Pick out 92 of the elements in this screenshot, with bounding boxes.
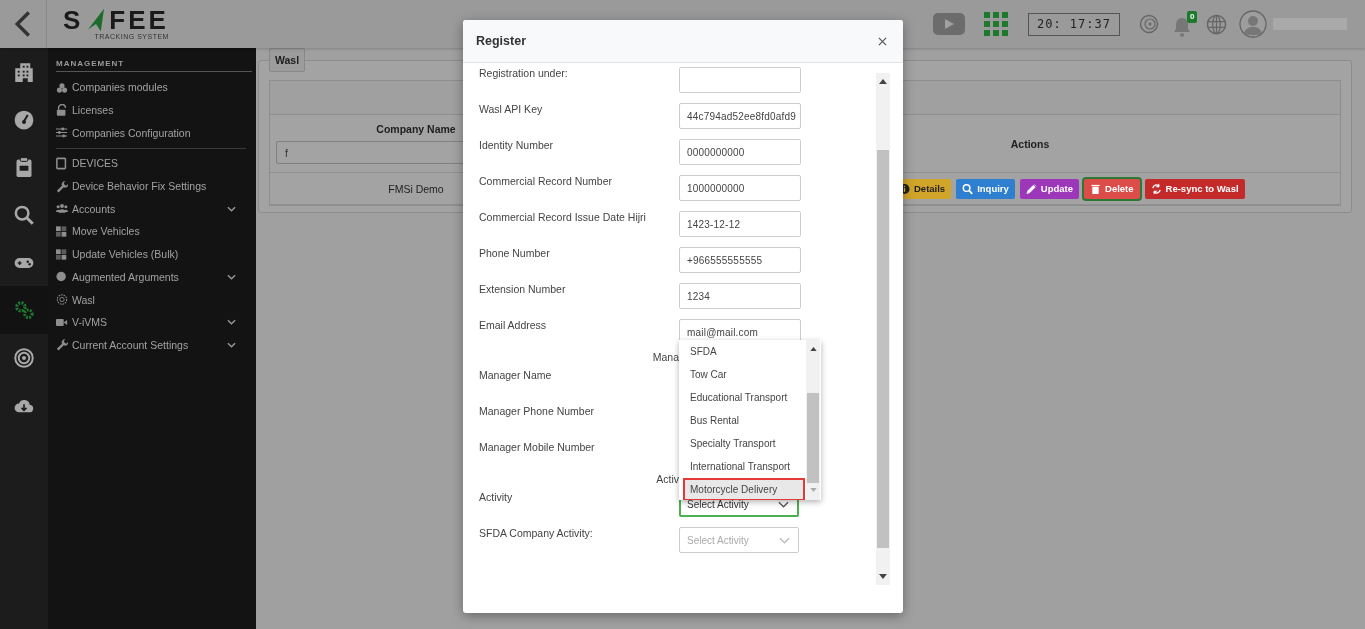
field-label: Registration under: — [479, 67, 569, 81]
field-label: Activity — [479, 491, 514, 505]
menu-item[interactable]: Companies modules — [56, 76, 246, 99]
field-label: Wasl API Key — [479, 103, 544, 117]
chevron-down-icon — [227, 319, 236, 326]
support-icon[interactable] — [1139, 14, 1159, 34]
dropdown-option[interactable]: Educational Transport — [679, 386, 805, 409]
dropdown-option[interactable]: Specialty Transport — [679, 432, 805, 455]
grid-icon — [56, 224, 68, 238]
section-heading: Mana — [651, 351, 679, 363]
field-label: Manager Phone Number — [479, 405, 595, 419]
pencil-icon — [1025, 182, 1037, 195]
text-field[interactable]: 1423-12-12 — [679, 211, 801, 237]
building-icon[interactable] — [14, 61, 34, 82]
text-field[interactable]: 1000000000 — [679, 175, 801, 201]
action-button[interactable]: Delete — [1084, 178, 1140, 199]
clipboard-icon[interactable] — [14, 157, 34, 178]
menu-item[interactable]: V-iVMS — [56, 310, 246, 334]
gears-icon[interactable] — [14, 300, 34, 321]
column-header: Company Name — [375, 123, 457, 135]
globe-icon[interactable] — [1206, 13, 1227, 35]
wrench-icon — [56, 338, 68, 352]
menu-item[interactable]: Device Behavior Fix Settings — [56, 174, 246, 198]
field-label: Identity Number — [479, 139, 555, 153]
dropdown-option[interactable]: Bus Rental — [679, 409, 805, 432]
avatar-icon[interactable] — [1239, 10, 1267, 38]
chevron-down-icon — [227, 341, 236, 348]
menu-item[interactable]: Companies Configuration — [56, 121, 246, 145]
menu-item[interactable]: Update Vehicles (Bulk) — [56, 242, 246, 266]
menu-item[interactable]: Move Vehicles — [56, 220, 246, 243]
field-label: Phone Number — [479, 247, 551, 261]
text-field[interactable] — [679, 67, 801, 93]
text-field[interactable]: 44c794ad52ee8fd0afd9 — [679, 103, 801, 129]
users-icon — [56, 202, 68, 216]
cubes-icon — [56, 80, 68, 94]
logo-text: FEE — [109, 7, 169, 32]
logo-text: S — [63, 7, 84, 32]
text-field[interactable]: 0000000000 — [679, 139, 801, 165]
action-button[interactable]: Inquiry — [956, 178, 1015, 199]
text-field[interactable]: +966555555555 — [679, 247, 801, 273]
back-chevron-icon[interactable] — [14, 11, 32, 37]
menu-item[interactable]: Licenses — [56, 98, 246, 122]
lock-icon — [56, 103, 68, 117]
modal-title: Register — [476, 34, 527, 48]
panel-title: Wasl — [269, 48, 306, 72]
sliders-icon — [56, 126, 68, 140]
gauge-icon[interactable] — [14, 109, 34, 130]
field-label: Extension Number — [479, 283, 567, 297]
menu-section-header: MANAGEMENT — [56, 48, 252, 72]
grid-icon[interactable] — [983, 12, 1008, 36]
dropdown-option[interactable]: Tow Car — [679, 363, 805, 386]
field-label: Commercial Record Issue Date Hijri — [479, 211, 647, 225]
wrench-icon — [56, 179, 68, 193]
scrollbar[interactable] — [806, 340, 820, 500]
close-icon — [878, 36, 887, 46]
text-field[interactable]: 1234 — [679, 283, 801, 309]
play-button-icon[interactable] — [932, 13, 965, 35]
menu-item[interactable]: DEVICES — [56, 152, 246, 175]
sync-icon — [1150, 182, 1162, 195]
menu-item[interactable]: Augmented Arguments — [56, 265, 246, 289]
grid-icon — [56, 247, 68, 261]
notification-badge: 0 — [1187, 11, 1198, 23]
scroll-down-icon — [809, 488, 817, 492]
trash-icon — [1090, 182, 1102, 195]
menu-item[interactable]: Current Account Settings — [56, 333, 246, 357]
section-heading: Activ — [655, 473, 679, 485]
bell-icon[interactable] — [1173, 17, 1191, 37]
dropdown-option[interactable]: Motorcycle Delivery — [683, 478, 805, 500]
menu-item[interactable]: Accounts — [56, 197, 246, 221]
circle-icon — [56, 270, 68, 284]
scrollbar[interactable] — [876, 73, 890, 585]
field-label: Manager Name — [479, 369, 553, 383]
search-icon[interactable] — [14, 204, 34, 225]
chevron-down-icon — [778, 500, 789, 508]
field-label: Manager Mobile Number — [479, 441, 596, 455]
field-label: SFDA Company Activity: — [479, 527, 594, 541]
scroll-down-icon — [879, 574, 887, 579]
action-button[interactable]: Update — [1019, 178, 1080, 199]
chevron-down-icon — [227, 205, 236, 212]
search-icon — [962, 182, 974, 195]
square-icon — [56, 156, 68, 170]
dropdown-option[interactable]: International Transport — [679, 455, 805, 478]
target-icon[interactable] — [14, 347, 34, 368]
scroll-up-icon — [879, 79, 887, 84]
chevron-down-icon — [227, 273, 236, 280]
field-label: Email Address — [479, 319, 548, 333]
scroll-up-icon — [809, 347, 817, 351]
action-button[interactable]: Re-sync to Wasl — [1144, 178, 1245, 199]
clock: 20: 17:37 — [1027, 12, 1120, 36]
badge-icon — [56, 293, 68, 307]
menu-item[interactable]: Wasl — [56, 288, 246, 311]
chevron-down-icon — [779, 536, 790, 544]
